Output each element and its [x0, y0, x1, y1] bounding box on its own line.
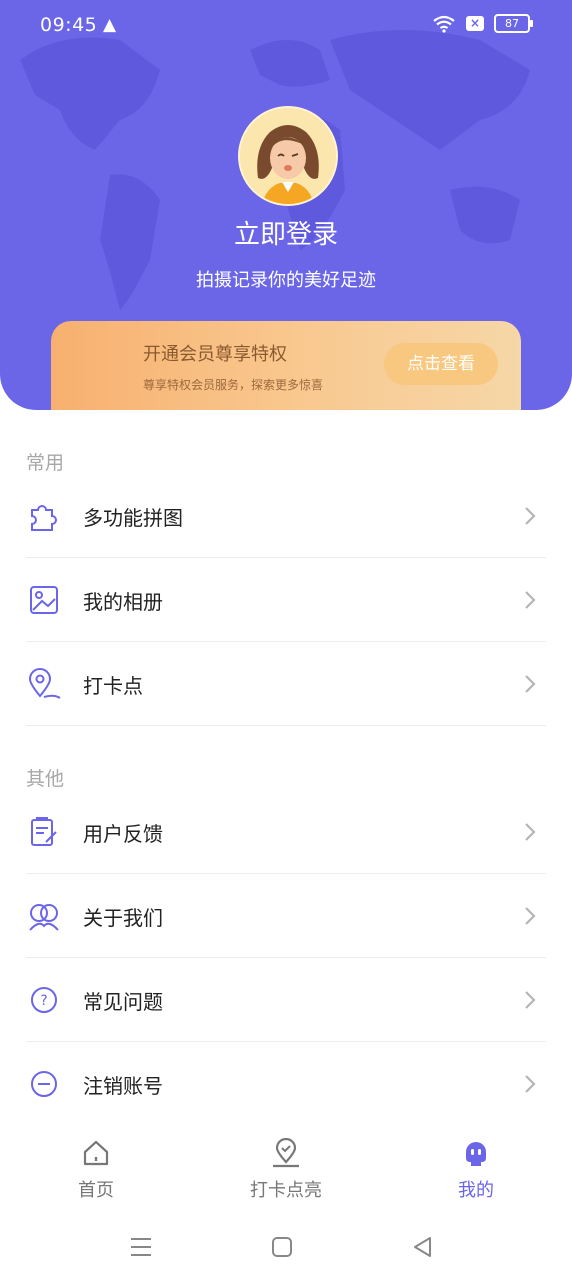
svg-text:?: ?: [40, 993, 47, 1009]
location-pin-icon: [28, 668, 61, 699]
tab-label: 首页: [78, 1180, 114, 1201]
wifi-icon: [433, 15, 455, 33]
vip-view-button[interactable]: 点击查看: [384, 343, 498, 385]
menu-item-label: 我的相册: [83, 590, 163, 614]
menu-item-label: 常见问题: [83, 990, 163, 1014]
vip-banner[interactable]: 开通会员尊享特权 尊享特权会员服务，探索更多惊喜 点击查看: [51, 321, 521, 410]
avatar[interactable]: [238, 106, 338, 206]
tab-home[interactable]: 首页: [26, 1124, 166, 1202]
home-icon: [83, 1140, 109, 1166]
avatar-girl-icon: [240, 108, 336, 204]
sim-off-icon: ×: [466, 16, 484, 31]
menu-item-album[interactable]: 我的相册: [26, 558, 546, 642]
puzzle-icon: [31, 505, 57, 531]
menu-item-feedback[interactable]: 用户反馈: [26, 790, 546, 874]
menu-item-delete-account[interactable]: 注销账号: [26, 1042, 546, 1126]
bottom-tab-bar: 首页 打卡点亮 我的: [0, 1124, 572, 1214]
profile-header: 09:45 ▲ × 87 立即登录 拍摄记录你的美好足迹 开通会员尊享特权 尊享…: [0, 0, 572, 410]
login-title[interactable]: 立即登录: [0, 214, 572, 251]
chevron-right-icon: [525, 1075, 536, 1093]
login-subtitle: 拍摄记录你的美好足迹: [196, 270, 376, 291]
chevron-right-icon: [525, 591, 536, 609]
chevron-right-icon: [525, 991, 536, 1009]
people-icon: [29, 904, 59, 931]
menu-item-label: 注销账号: [83, 1074, 163, 1098]
section-title-other: 其他: [26, 768, 65, 790]
menu-item-label: 打卡点: [83, 674, 143, 698]
profile-ghost-icon: [466, 1142, 486, 1166]
system-nav-bar: [0, 1214, 572, 1280]
warning-icon: ▲: [103, 15, 117, 35]
chevron-right-icon: [525, 823, 536, 841]
section-title-common: 常用: [26, 452, 65, 474]
tab-label: 打卡点亮: [250, 1180, 322, 1201]
chevron-right-icon: [525, 675, 536, 693]
menu-icon[interactable]: [128, 1234, 154, 1260]
menu-item-label: 用户反馈: [83, 822, 163, 846]
minus-circle-icon: [31, 1071, 57, 1097]
menu-item-label: 关于我们: [83, 906, 163, 930]
menu-item-checkin[interactable]: 打卡点: [26, 642, 546, 726]
map-pin-icon: [273, 1138, 299, 1168]
home-square-icon[interactable]: [269, 1234, 295, 1260]
vip-subtitle: 尊享特权会员服务，探索更多惊喜: [143, 378, 324, 392]
back-triangle-icon[interactable]: [410, 1234, 436, 1260]
image-icon: [30, 586, 58, 614]
status-time: 09:45: [40, 14, 98, 36]
tab-mine[interactable]: 我的: [406, 1124, 546, 1202]
feedback-clipboard-icon: [31, 817, 57, 846]
menu-item-collage[interactable]: 多功能拼图: [26, 474, 546, 558]
tab-checkin-light[interactable]: 打卡点亮: [216, 1124, 356, 1202]
chevron-right-icon: [525, 507, 536, 525]
question-circle-icon: ?: [31, 987, 57, 1013]
vip-title: 开通会员尊享特权: [143, 344, 287, 365]
menu-item-faq[interactable]: ? 常见问题: [26, 958, 546, 1042]
status-bar: 09:45 ▲ × 87: [0, 0, 572, 52]
tab-label: 我的: [458, 1180, 494, 1201]
chevron-right-icon: [525, 907, 536, 925]
battery-indicator: 87: [494, 14, 533, 33]
menu-item-label: 多功能拼图: [83, 506, 183, 530]
menu-item-about[interactable]: 关于我们: [26, 874, 546, 958]
